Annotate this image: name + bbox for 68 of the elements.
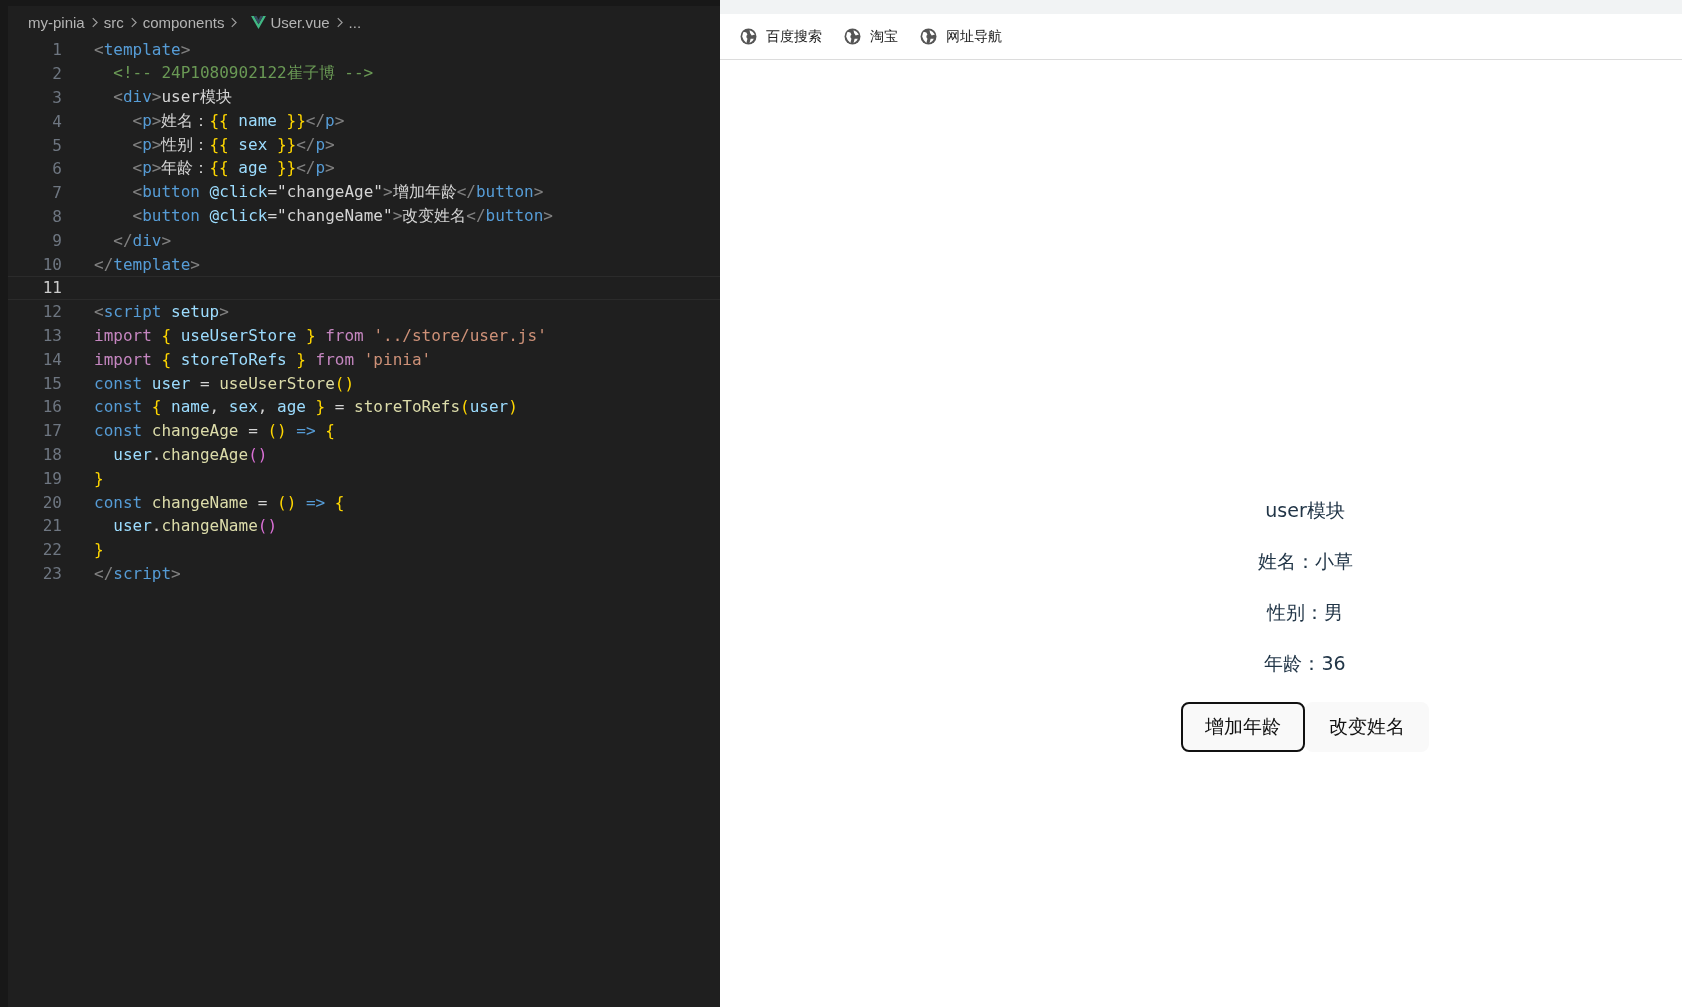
chevron-icon: [90, 16, 98, 28]
code-line: import { useUserStore } from '../store/user.js': [94, 325, 547, 345]
line-number: 20: [41, 492, 63, 512]
code-line: const { name, sex, age } = storeToRefs(user): [94, 397, 518, 417]
code-line: }: [94, 468, 104, 488]
line-number: 16: [41, 397, 63, 417]
chevron-icon: [230, 16, 238, 28]
code-line: const changeName = () => {: [94, 492, 345, 512]
code-line: import { storeToRefs } from 'pinia': [94, 349, 432, 369]
code-line: const user = useUserStore(): [94, 373, 355, 393]
bookmark[interactable]: 淘宝: [844, 27, 898, 46]
address-bar[interactable]: [720, 0, 1682, 14]
code-line: </template>: [94, 254, 200, 274]
info-text: 年龄：36: [1264, 651, 1346, 676]
code-line: <p>性别：{{ sex }}</p>: [131, 134, 335, 156]
line-number: 22: [41, 540, 63, 560]
code-line: <button @click="changeName">改变姓名</button>: [131, 205, 553, 227]
chevron-icon: [335, 16, 343, 28]
info-text: 姓名：小草: [1257, 549, 1353, 574]
code-line: <button @click="changeAge">增加年龄</button>: [131, 182, 544, 204]
line-number: 3: [51, 88, 63, 107]
globe-icon: [844, 28, 861, 45]
line-number: 13: [41, 325, 63, 345]
code-line: <div>user模块: [112, 87, 232, 108]
line-number: 4: [51, 111, 63, 131]
code-line: const changeAge = () => {: [94, 421, 335, 441]
line-number: 19: [41, 468, 63, 488]
line-number: 21: [41, 516, 63, 536]
globe-icon: [920, 28, 937, 45]
code-line: <template>: [94, 40, 191, 60]
line-number: 6: [51, 159, 63, 179]
code-line: <p>年龄：{{ age }}</p>: [131, 158, 335, 180]
code-line: <!-- 24P1080902122崔子博 -->: [112, 63, 374, 85]
code-line: </div>: [112, 230, 172, 250]
breadcrumb-item[interactable]: ...: [348, 13, 362, 31]
code-line: <script setup>: [94, 302, 229, 322]
code-line: <p>姓名：{{ name }}</p>: [131, 110, 345, 132]
line-number: 9: [51, 230, 63, 250]
line-number: 18: [41, 444, 63, 464]
line-number: 15: [41, 373, 63, 393]
info-text: 性别：男: [1267, 600, 1343, 625]
line-number: 23: [41, 563, 63, 583]
line-number: 14: [41, 349, 63, 369]
breadcrumb-item[interactable]: components: [142, 13, 225, 31]
code-line: user.changeName(): [112, 516, 278, 536]
line-number: 17: [41, 421, 63, 441]
chevron-icon: [129, 16, 137, 28]
line-number: 2: [51, 64, 63, 84]
line-number: 5: [51, 135, 63, 155]
action-button[interactable]: 增加年龄: [1181, 702, 1305, 752]
code-line: }: [94, 540, 104, 560]
breadcrumb-item[interactable]: User.vue: [270, 13, 330, 31]
bookmark[interactable]: 网址导航: [920, 27, 1002, 46]
globe-icon: [740, 28, 757, 45]
line-number: 10: [41, 254, 63, 274]
breadcrumb-item[interactable]: src: [103, 13, 124, 31]
line-number: 7: [51, 183, 63, 203]
line-number: 1: [51, 40, 63, 60]
code-line: </script>: [94, 563, 181, 583]
code-line: user.changeAge(): [112, 444, 268, 464]
bookmark[interactable]: 百度搜索: [740, 27, 822, 46]
module-title: user模块: [1265, 498, 1345, 523]
vue-logo-icon: [251, 15, 267, 29]
line-number: 11: [41, 278, 63, 298]
line-number: 8: [51, 206, 63, 226]
action-button[interactable]: 改变姓名: [1305, 702, 1429, 752]
line-number: 12: [41, 302, 63, 322]
breadcrumb-item[interactable]: my-pinia: [28, 13, 85, 31]
